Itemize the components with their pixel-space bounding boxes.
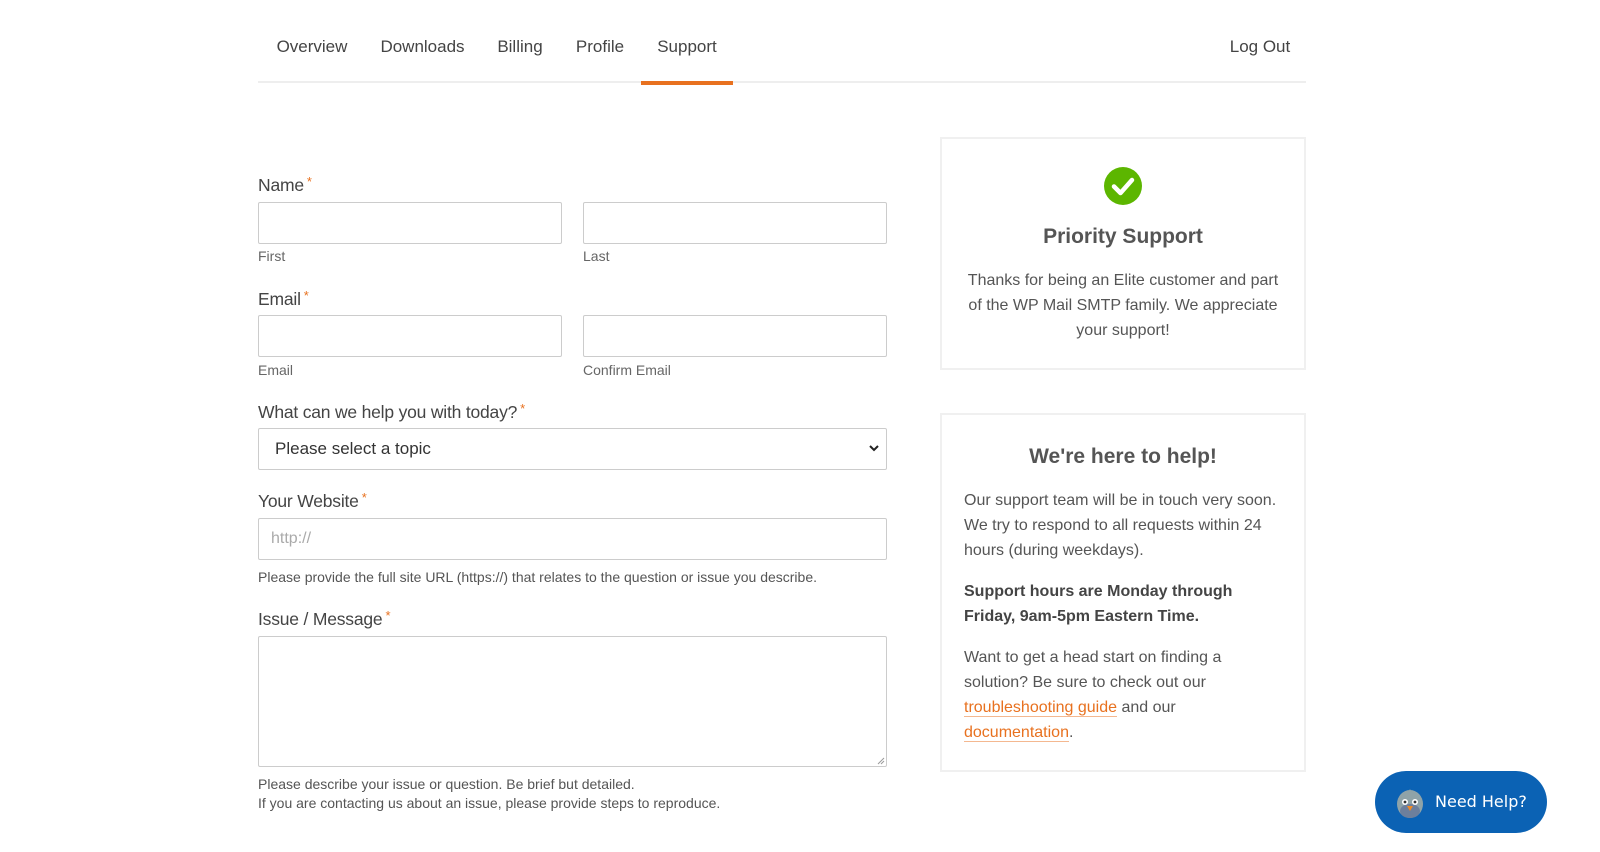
help-info-card: We're here to help! Our support team wil… (940, 413, 1306, 772)
help-card-title: We're here to help! (1029, 445, 1217, 468)
tab-overview[interactable]: Overview (274, 0, 350, 83)
first-name-input[interactable] (258, 202, 562, 244)
support-hours-text: Support hours are Monday through Friday,… (964, 583, 1233, 625)
para3-prefix: Want to get a head start on finding a so… (964, 649, 1222, 691)
tab-profile[interactable]: Profile (574, 0, 626, 83)
website-help-text: Please provide the full site URL (https:… (258, 569, 817, 585)
email-sublabel: Email (258, 362, 294, 378)
required-asterisk: * (361, 490, 367, 505)
last-sublabel: Last (583, 248, 610, 264)
documentation-link[interactable]: documentation (964, 724, 1069, 742)
troubleshooting-guide-link[interactable]: troubleshooting guide (964, 699, 1118, 717)
last-name-input[interactable] (583, 202, 887, 244)
required-asterisk: * (385, 608, 391, 623)
priority-support-text: Thanks for being an Elite customer and p… (967, 272, 1279, 339)
message-label: Issue / Message * (258, 608, 391, 629)
name-label: Name * (258, 174, 312, 195)
message-help-line2: If you are contacting us about an issue,… (258, 795, 721, 811)
logout-link[interactable]: Log Out (1228, 0, 1292, 83)
email-label: Email * (258, 288, 309, 309)
need-help-label: Need Help? (1435, 792, 1527, 811)
para3-mid: and our (1117, 699, 1176, 716)
message-textarea[interactable] (258, 636, 887, 767)
account-nav: Overview Downloads Billing Profile Suppo… (258, 0, 1306, 85)
help-card-para1: Our support team will be in touch very s… (964, 492, 1277, 559)
priority-support-card: Priority Support Thanks for being an Eli… (940, 137, 1306, 370)
bird-mascot-icon (1395, 785, 1425, 823)
priority-support-title: Priority Support (1043, 225, 1203, 248)
resize-handle-icon[interactable] (877, 757, 885, 765)
topic-selected-value: Please select a topic (275, 439, 431, 458)
topic-select[interactable]: Please select a topic (258, 428, 887, 470)
message-help-line1: Please describe your issue or question. … (258, 776, 635, 792)
tab-support[interactable]: Support (641, 0, 733, 85)
first-sublabel: First (258, 248, 286, 264)
topic-label: What can we help you with today? * (258, 401, 526, 422)
email-input[interactable] (258, 315, 562, 357)
confirm-email-sublabel: Confirm Email (583, 362, 671, 378)
website-label: Your Website * (258, 490, 367, 511)
required-asterisk: * (520, 401, 526, 416)
tab-billing[interactable]: Billing (495, 0, 545, 83)
website-input[interactable] (258, 518, 887, 560)
required-asterisk: * (303, 288, 309, 303)
message-field (258, 636, 887, 767)
need-help-button[interactable]: Need Help? (1375, 771, 1547, 833)
required-asterisk: * (306, 174, 312, 189)
tab-downloads[interactable]: Downloads (379, 0, 466, 83)
confirm-email-input[interactable] (583, 315, 887, 357)
chevron-down-icon (868, 429, 880, 484)
para3-suffix: . (1068, 724, 1074, 741)
check-circle-icon (1104, 167, 1142, 210)
help-card-para3: Want to get a head start on finding a so… (964, 645, 1244, 745)
